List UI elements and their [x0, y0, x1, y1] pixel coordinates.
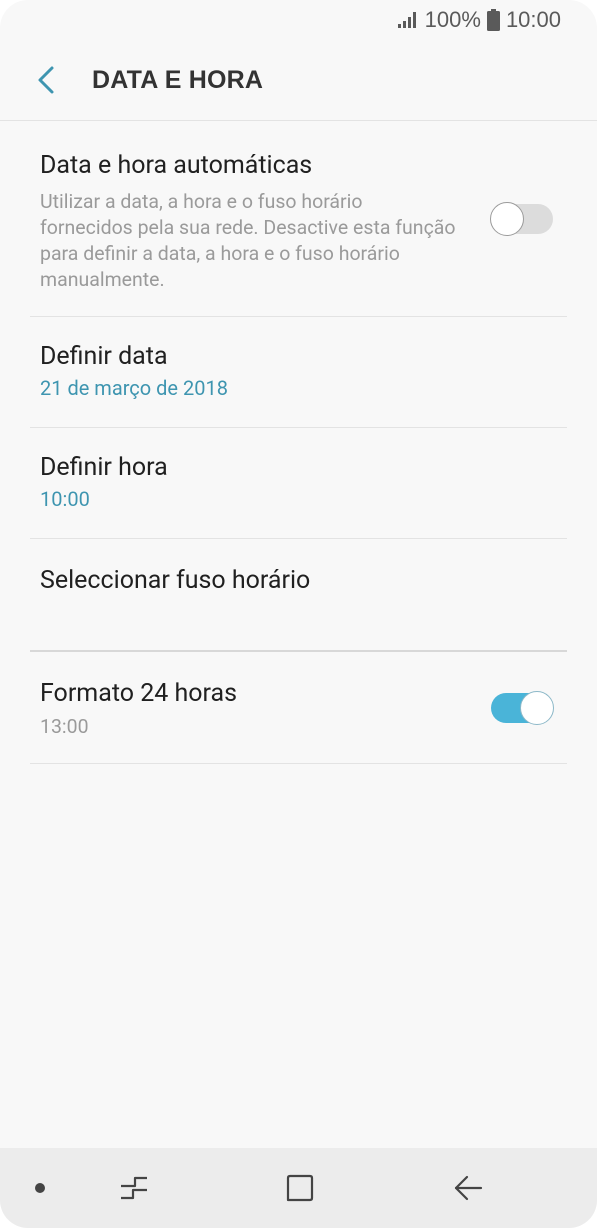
- recent-apps-button[interactable]: [104, 1148, 164, 1228]
- format-24h-example: 13:00: [40, 715, 89, 738]
- set-date-title: Definir data: [40, 342, 168, 371]
- set-time-item[interactable]: Definir hora 10:00: [30, 428, 567, 539]
- set-time-value: 10:00: [40, 487, 90, 511]
- signal-icon: [397, 11, 419, 29]
- auto-date-time-toggle[interactable]: [490, 202, 553, 236]
- select-timezone-item[interactable]: Seleccionar fuso horário: [30, 539, 567, 652]
- recent-apps-icon: [121, 1176, 147, 1200]
- status-time: 10:00: [505, 7, 561, 32]
- set-time-title: Definir hora: [40, 453, 168, 482]
- home-icon: [286, 1174, 314, 1202]
- format-24h-title: Formato 24 horas: [40, 679, 238, 708]
- format-24h-toggle[interactable]: [491, 691, 554, 725]
- dot-icon: [35, 1183, 45, 1193]
- app-bar: DATA E HORA: [0, 40, 597, 121]
- status-bar: 100% 10:00: [0, 0, 597, 40]
- home-button[interactable]: [270, 1148, 330, 1228]
- back-button[interactable]: [0, 40, 92, 120]
- back-arrow-icon: [454, 1175, 483, 1201]
- navigation-bar: [0, 1148, 597, 1228]
- back-nav-button[interactable]: [438, 1148, 498, 1228]
- set-date-value: 21 de março de 2018: [40, 376, 228, 400]
- toggle-thumb: [520, 691, 554, 725]
- settings-list: Data e hora automáticas Utilizar a data,…: [30, 121, 567, 764]
- battery-icon: [486, 9, 500, 31]
- auto-date-time-title: Data e hora automáticas: [40, 151, 313, 180]
- select-timezone-title: Seleccionar fuso horário: [40, 566, 311, 595]
- format-24h-item[interactable]: Formato 24 horas 13:00: [30, 652, 567, 764]
- auto-date-time-item[interactable]: Data e hora automáticas Utilizar a data,…: [30, 121, 567, 317]
- page-title: DATA E HORA: [92, 65, 264, 94]
- chevron-left-icon: [38, 66, 54, 94]
- auto-date-time-description: Utilizar a data, a hora e o fuso horário…: [40, 190, 456, 291]
- screen: 100% 10:00 DATA E HORA Data e hora autom…: [0, 0, 597, 1228]
- toggle-thumb: [490, 202, 524, 236]
- nav-dot-button[interactable]: [20, 1148, 60, 1228]
- set-date-item[interactable]: Definir data 21 de março de 2018: [30, 317, 567, 428]
- battery-percent: 100%: [424, 7, 481, 32]
